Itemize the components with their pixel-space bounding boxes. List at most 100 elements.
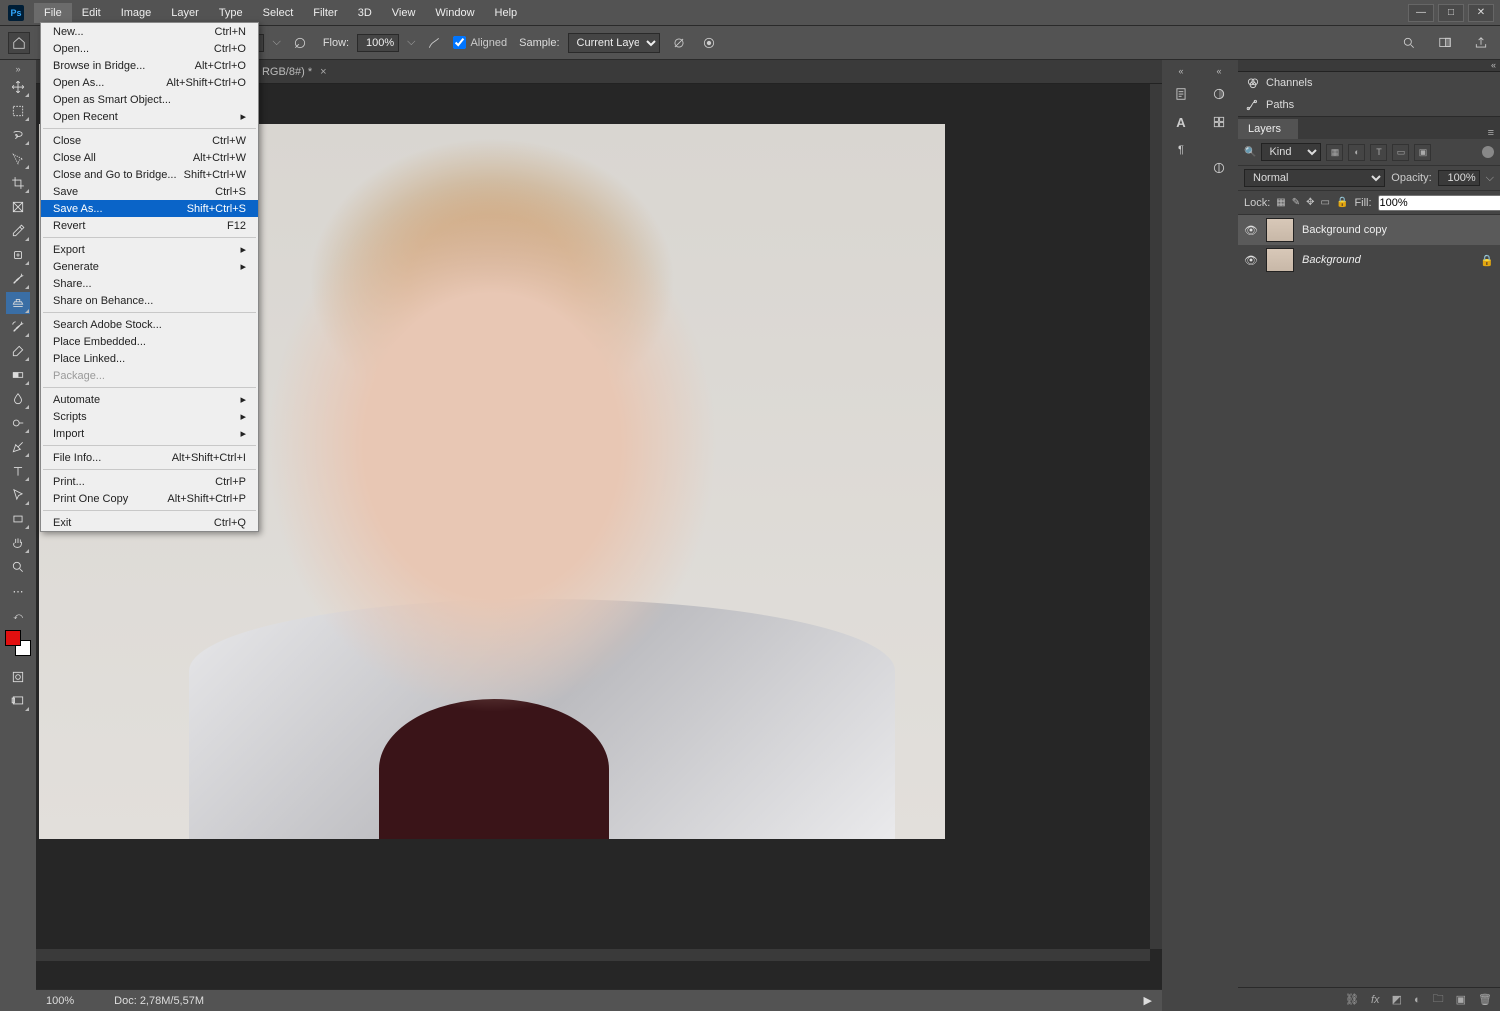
quick-select-tool[interactable] [6,148,30,170]
hand-tool[interactable] [6,532,30,554]
sample-select[interactable]: Current Layer [568,33,660,53]
vertical-scrollbar[interactable] [1150,84,1162,949]
menu-view[interactable]: View [382,3,426,23]
frame-tool[interactable] [6,196,30,218]
layer-thumbnail[interactable] [1266,248,1294,272]
minimize-button[interactable]: — [1408,4,1434,22]
lock-transparency-icon[interactable]: ▦ [1276,194,1285,211]
gradient-tool[interactable] [6,364,30,386]
menu-window[interactable]: Window [425,3,484,23]
menu-item-scripts[interactable]: Scripts▸ [41,408,258,425]
menu-type[interactable]: Type [209,3,253,23]
blend-mode-select[interactable]: Normal [1244,169,1385,187]
adjustments-panel-icon[interactable] [1208,158,1230,178]
eraser-tool[interactable] [6,340,30,362]
paths-panel-button[interactable]: Paths [1238,94,1500,116]
flow-input[interactable] [357,34,399,52]
close-icon[interactable]: × [320,66,326,78]
menu-item-search-adobe-stock[interactable]: Search Adobe Stock... [41,316,258,333]
lock-artboard-icon[interactable]: ▭ [1321,194,1330,211]
layer-opacity-input[interactable] [1438,170,1480,186]
horizontal-scrollbar[interactable] [36,949,1150,961]
menu-item-open-as-smart-object[interactable]: Open as Smart Object... [41,91,258,108]
filter-shape-icon[interactable]: ▭ [1392,144,1409,161]
menu-item-print[interactable]: Print...Ctrl+P [41,473,258,490]
group-icon[interactable]: 🗀 [1433,990,1444,1009]
layer-mask-icon[interactable]: ◩ [1392,993,1402,1006]
opacity-chevron-icon[interactable]: ⌵ [272,36,280,49]
adjustment-layer-icon[interactable]: ◐ [1414,994,1421,1006]
eyedropper-tool[interactable] [6,220,30,242]
move-tool[interactable] [6,76,30,98]
screen-mode-icon[interactable] [6,690,30,712]
pen-tool[interactable] [6,436,30,458]
menu-item-new[interactable]: New...Ctrl+N [41,23,258,40]
layer-row[interactable]: 👁Background copy [1238,215,1500,245]
menu-help[interactable]: Help [485,3,528,23]
close-window-button[interactable]: ✕ [1468,4,1494,22]
delete-layer-icon[interactable]: 🗑 [1478,993,1492,1006]
collapse-icon[interactable]: « [1178,66,1183,76]
crop-tool[interactable] [6,172,30,194]
menu-item-revert[interactable]: RevertF12 [41,217,258,234]
filter-adjustment-icon[interactable]: ◐ [1348,144,1365,161]
swap-colors-icon[interactable]: ⤺ [6,610,30,622]
rectangle-tool[interactable] [6,508,30,530]
filter-type-icon[interactable]: T [1370,144,1387,161]
lock-pixels-icon[interactable]: ✎ [1292,194,1300,211]
zoom-level[interactable]: 100% [46,995,74,1007]
menu-item-close[interactable]: CloseCtrl+W [41,132,258,149]
layer-thumbnail[interactable] [1266,218,1294,242]
aligned-checkbox[interactable]: Aligned [453,36,507,49]
zoom-tool[interactable] [6,556,30,578]
visibility-icon[interactable]: 👁 [1244,254,1258,267]
marquee-tool[interactable] [6,100,30,122]
menu-item-browse-in-bridge[interactable]: Browse in Bridge...Alt+Ctrl+O [41,57,258,74]
history-brush-tool[interactable] [6,316,30,338]
collapse-icon[interactable]: « [1216,66,1221,76]
menu-item-share[interactable]: Share... [41,275,258,292]
menu-item-print-one-copy[interactable]: Print One CopyAlt+Shift+Ctrl+P [41,490,258,507]
lasso-tool[interactable] [6,124,30,146]
dodge-tool[interactable] [6,412,30,434]
path-select-tool[interactable] [6,484,30,506]
menu-item-share-on-behance[interactable]: Share on Behance... [41,292,258,309]
search-icon[interactable] [1398,32,1420,54]
channels-panel-button[interactable]: Channels [1238,72,1500,94]
history-panel-icon[interactable] [1170,84,1192,104]
menu-item-save-as[interactable]: Save As...Shift+Ctrl+S [41,200,258,217]
brush-tool[interactable] [6,268,30,290]
pressure-opacity-icon[interactable] [289,32,311,54]
collapse-icon[interactable]: » [15,64,20,74]
clone-stamp-tool[interactable] [6,292,30,314]
layer-fx-icon[interactable]: fx [1371,994,1380,1006]
foreground-color[interactable] [5,630,21,646]
blur-tool[interactable] [6,388,30,410]
status-arrow-icon[interactable]: ▶ [1144,994,1152,1007]
menu-item-import[interactable]: Import▸ [41,425,258,442]
menu-item-export[interactable]: Export▸ [41,241,258,258]
lock-position-icon[interactable]: ✥ [1306,194,1314,211]
menu-item-save[interactable]: SaveCtrl+S [41,183,258,200]
character-panel-icon[interactable]: A [1170,112,1192,132]
quick-mask-icon[interactable] [6,666,30,688]
paragraph-panel-icon[interactable]: ¶ [1170,140,1192,160]
menu-image[interactable]: Image [111,3,162,23]
menu-file[interactable]: File [34,3,72,23]
layer-row[interactable]: 👁Background🔒 [1238,245,1500,275]
chevron-down-icon[interactable]: ⌵ [1486,172,1494,185]
menu-item-file-info[interactable]: File Info...Alt+Shift+Ctrl+I [41,449,258,466]
menu-3d[interactable]: 3D [348,3,382,23]
menu-item-close-all[interactable]: Close AllAlt+Ctrl+W [41,149,258,166]
menu-item-generate[interactable]: Generate▸ [41,258,258,275]
color-panel-icon[interactable] [1208,84,1230,104]
maximize-button[interactable]: □ [1438,4,1464,22]
menu-item-open[interactable]: Open...Ctrl+O [41,40,258,57]
collapse-icon[interactable]: « [1238,60,1500,72]
type-tool[interactable] [6,460,30,482]
healing-brush-tool[interactable] [6,244,30,266]
edit-toolbar-icon[interactable]: ⋯ [6,580,30,602]
menu-item-place-embedded[interactable]: Place Embedded... [41,333,258,350]
workspace-icon[interactable] [1434,32,1456,54]
layers-tab[interactable]: Layers [1238,119,1298,139]
